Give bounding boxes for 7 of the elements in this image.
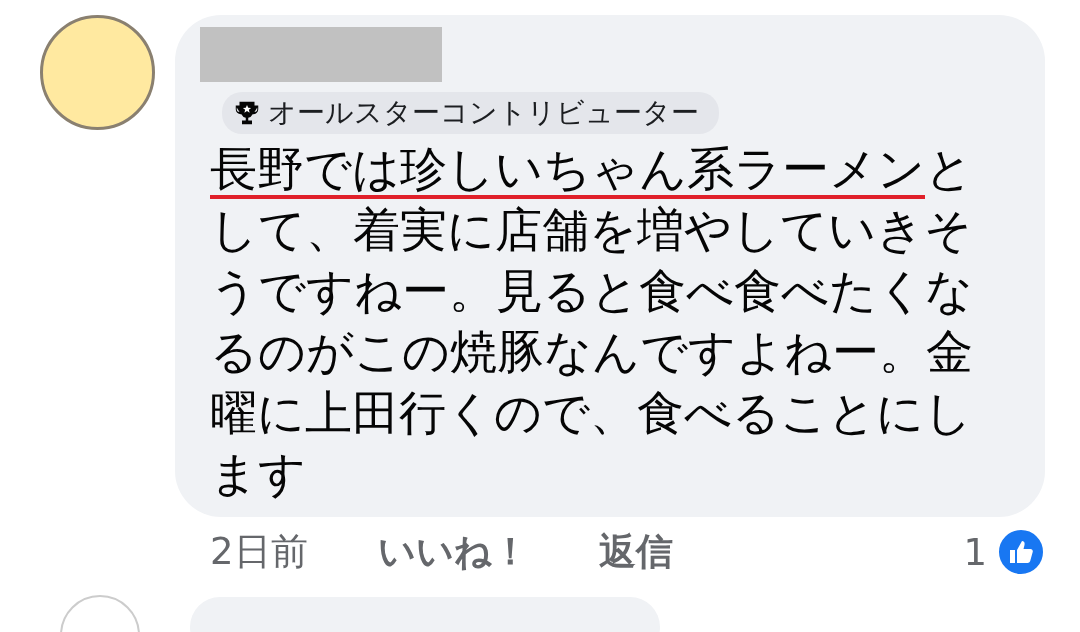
- comment-text: 長野では珍しいちゃん系ラーメン として、着実に店舗を増やしていきそうですねー。見ると食べ食べたくなるのがこの焼豚なんですよねー。金曜に上田行くので、食べることにします: [210, 140, 974, 503]
- action-link[interactable]: いいね！: [377, 527, 529, 577]
- action-link[interactable]: 返信: [598, 527, 673, 577]
- badge-label: オールスターコントリビューター: [268, 95, 699, 131]
- reaction-count[interactable]: 1: [963, 530, 987, 574]
- like-icon[interactable]: [997, 528, 1045, 576]
- timestamp: 2日前: [210, 529, 308, 575]
